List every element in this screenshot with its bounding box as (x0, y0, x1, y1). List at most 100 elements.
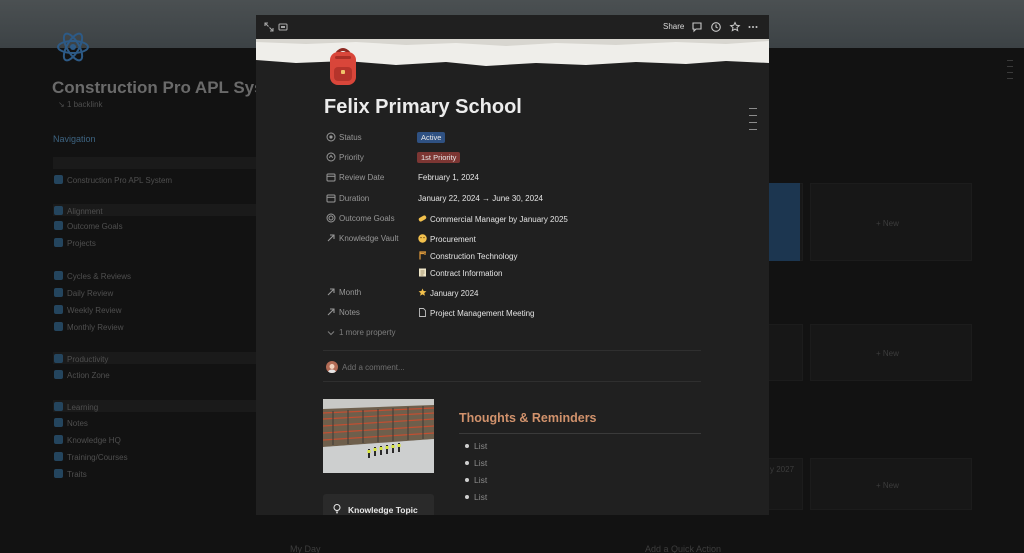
nav-item-label: Monthly Review (67, 323, 124, 332)
nav-item-learning[interactable]: Learning (54, 402, 98, 412)
nav-item-label: Projects (67, 239, 96, 248)
link-icon (54, 435, 63, 444)
cycle-icon (54, 271, 63, 280)
nav-item-action-zone[interactable]: Action Zone (54, 370, 110, 380)
quick-action-heading: Add a Quick Action (645, 544, 722, 553)
priority-label: Priority (339, 153, 364, 162)
clock-icon[interactable] (710, 21, 722, 33)
pill-icon (418, 215, 427, 222)
knowledge-vault-item[interactable]: Procurement (418, 234, 476, 244)
nav-item-outcome-goals[interactable]: Outcome Goals (54, 221, 123, 231)
construction-site-image (323, 399, 434, 473)
nav-item-label: Productivity (67, 355, 109, 364)
nav-item-traits[interactable]: Traits (54, 469, 87, 479)
table-of-contents-marker[interactable] (749, 129, 757, 130)
table-of-contents-marker[interactable] (749, 115, 757, 116)
smiley-icon (418, 234, 427, 243)
nav-row-bg (53, 157, 258, 169)
comment-input[interactable]: Add a comment... (342, 363, 405, 372)
nav-item-label: Training/Courses (67, 453, 128, 462)
note-icon (54, 418, 63, 427)
nav-item-label: Alignment (67, 207, 103, 216)
folder-icon (54, 175, 63, 184)
nav-item-productivity[interactable]: Productivity (54, 354, 108, 364)
globe-icon (54, 469, 63, 478)
page-peek-modal: Share Felix Primary School Status Active… (256, 15, 769, 515)
folder-icon (54, 402, 63, 411)
board-card[interactable] (768, 324, 803, 381)
bullet-icon (465, 495, 469, 499)
globe-icon (54, 370, 63, 379)
nav-item-alignment[interactable]: Alignment (54, 206, 103, 216)
nav-item-system[interactable]: Construction Pro APL System (54, 175, 172, 185)
calendar-icon (54, 288, 63, 297)
bulb-icon (333, 504, 341, 514)
nav-item-cycles[interactable]: Cycles & Reviews (54, 271, 131, 281)
navigation-heading: Navigation (53, 134, 96, 144)
board-card-date: y 2027 (770, 465, 795, 474)
nav-item-daily-review[interactable]: Daily Review (54, 288, 113, 298)
share-button[interactable]: Share (663, 22, 684, 31)
star-icon[interactable] (729, 21, 741, 33)
duration-label: Duration (339, 194, 370, 203)
knowledge-vault-item[interactable]: Construction Technology (418, 251, 517, 261)
new-card-button[interactable]: + New (876, 349, 899, 358)
relation-arrow-icon (327, 308, 335, 316)
more-icon[interactable] (747, 21, 759, 33)
duration-value[interactable]: January 22, 2024 → June 30, 2024 (418, 194, 543, 203)
status-label: Status (339, 133, 362, 142)
avatar (326, 361, 338, 373)
priority-icon (326, 152, 336, 162)
thoughts-divider (459, 433, 701, 434)
nav-item-notes[interactable]: Notes (54, 418, 88, 428)
month-label: Month (339, 288, 362, 297)
list-item[interactable]: List (474, 475, 487, 485)
knowledge-vault-text: Construction Technology (430, 252, 518, 261)
user-avatar-icon (327, 364, 337, 373)
nav-item-weekly-review[interactable]: Weekly Review (54, 305, 122, 315)
new-card-button[interactable]: + New (876, 481, 899, 490)
list-item[interactable]: List (474, 458, 487, 468)
folder-icon (54, 354, 63, 363)
calendar-icon (326, 173, 336, 182)
backpack-icon[interactable] (326, 45, 360, 87)
notes-label: Notes (339, 308, 360, 317)
background-page-title: Construction Pro APL Sys (52, 78, 264, 97)
calendar-icon (54, 305, 63, 314)
backlink-label[interactable]: ↘ 1 backlink (58, 100, 103, 109)
more-property-toggle[interactable]: 1 more property (339, 328, 395, 337)
page-layout-icon[interactable] (277, 21, 289, 33)
expand-icon[interactable] (263, 21, 275, 33)
list-item[interactable]: List (474, 441, 487, 451)
table-of-contents-marker[interactable] (749, 122, 757, 123)
board-card-highlight (768, 183, 800, 261)
comment-icon[interactable] (691, 21, 703, 33)
calendar-icon (54, 322, 63, 331)
review-date-label: Review Date (339, 173, 385, 182)
month-link[interactable]: January 2024 (418, 288, 478, 298)
notes-link[interactable]: Project Management Meeting (418, 308, 535, 318)
status-badge[interactable]: Active (417, 132, 446, 143)
list-item[interactable]: List (474, 492, 487, 502)
priority-badge[interactable]: 1st Priority (417, 152, 461, 163)
month-text: January 2024 (430, 289, 479, 298)
nav-item-monthly-review[interactable]: Monthly Review (54, 322, 123, 332)
table-of-contents-marker[interactable] (749, 108, 757, 109)
document-icon (419, 308, 426, 317)
nav-item-training[interactable]: Training/Courses (54, 452, 128, 462)
new-card-button[interactable]: + New (876, 219, 899, 228)
divider (323, 350, 701, 351)
gear-icon (54, 452, 63, 461)
nav-item-label: Weekly Review (67, 306, 122, 315)
outcome-goals-label: Outcome Goals (339, 214, 395, 223)
nav-item-knowledge-hq[interactable]: Knowledge HQ (54, 435, 121, 445)
knowledge-vault-item[interactable]: Contract Information (418, 268, 502, 278)
outcome-goal-link[interactable]: Commercial Manager by January 2025 (418, 214, 568, 224)
my-day-heading: My Day (290, 544, 321, 553)
outline-rail (1007, 60, 1013, 61)
nav-item-label: Knowledge HQ (67, 436, 121, 445)
review-date-value[interactable]: February 1, 2024 (418, 173, 479, 182)
nav-item-projects[interactable]: Projects (54, 238, 96, 248)
page-title[interactable]: Felix Primary School (324, 96, 522, 119)
chevron-down-icon (327, 331, 335, 336)
